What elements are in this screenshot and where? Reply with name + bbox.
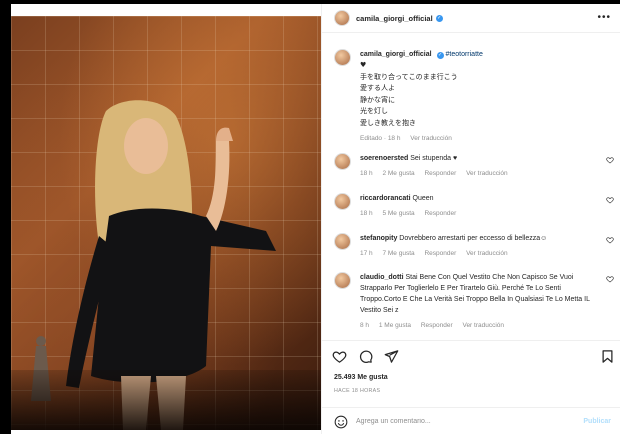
- caption-hashtag[interactable]: #teotorriatte: [446, 51, 483, 58]
- comment-username[interactable]: claudio_dotti: [360, 274, 404, 281]
- heart-icon[interactable]: [606, 236, 614, 244]
- reply-button[interactable]: Responder: [421, 322, 453, 329]
- comment-input[interactable]: [356, 418, 556, 425]
- translate-button[interactable]: Ver traducción: [462, 322, 504, 329]
- caption-time: Editado · 18 h: [360, 135, 401, 142]
- publish-button[interactable]: Publicar: [583, 418, 611, 425]
- comment-likes[interactable]: 7 Me gusta: [382, 250, 414, 257]
- photo-subject: [31, 100, 276, 430]
- verified-icon: ✓: [435, 14, 443, 22]
- comment-likes[interactable]: 2 Me gusta: [382, 170, 414, 177]
- share-icon[interactable]: [384, 349, 399, 364]
- post-panel: camila_giorgi_official ✓ ••• camila_gior…: [321, 4, 620, 434]
- avatar[interactable]: [334, 49, 351, 66]
- avatar[interactable]: [334, 233, 351, 250]
- translate-button[interactable]: Ver traducción: [466, 250, 508, 257]
- header-username[interactable]: camila_giorgi_official: [356, 14, 433, 23]
- post-header: camila_giorgi_official ✓ •••: [322, 4, 620, 33]
- reply-button[interactable]: Responder: [424, 210, 456, 217]
- caption-line: 静かな宵に: [360, 95, 395, 104]
- verified-icon: ✓: [436, 52, 444, 59]
- post-modal: camila_giorgi_official ✓ ••• camila_gior…: [11, 4, 620, 434]
- caption-line: 光を灯し: [360, 107, 388, 115]
- post-photo[interactable]: [11, 16, 321, 430]
- heart-icon[interactable]: [606, 156, 614, 164]
- comment-time: 18 h: [360, 210, 373, 217]
- comment-username[interactable]: stefanopity: [360, 235, 397, 242]
- comment-username[interactable]: soerenoersted: [360, 155, 408, 162]
- heart-icon[interactable]: [606, 196, 614, 204]
- emoji-icon[interactable]: [334, 415, 348, 429]
- avatar[interactable]: [334, 272, 351, 289]
- comment-likes[interactable]: 5 Me gusta: [382, 210, 414, 217]
- reply-button[interactable]: Responder: [424, 170, 456, 177]
- comment-text: Sei stupenda ♥: [410, 155, 458, 162]
- caption-translate[interactable]: Ver traducción: [410, 135, 452, 142]
- comment-username[interactable]: riccardorancati: [360, 195, 411, 202]
- comment-time: 18 h: [360, 170, 373, 177]
- translate-button[interactable]: Ver traducción: [466, 170, 508, 177]
- comment-text: Queen: [412, 195, 434, 202]
- photo-floor: [11, 370, 321, 430]
- comment-text: Dovrebbero arrestarti per eccesso di bel…: [399, 235, 548, 242]
- more-icon[interactable]: •••: [597, 12, 611, 23]
- caption-line: 手を取り合ってこのまま行こう: [360, 72, 458, 81]
- avatar[interactable]: [334, 153, 351, 170]
- comment-time: 8 h: [360, 322, 370, 329]
- caption-line: 愛しき教えを抱き: [360, 118, 416, 127]
- caption-line: ♥: [360, 61, 367, 69]
- comment-time: 17 h: [360, 250, 373, 257]
- avatar[interactable]: [334, 10, 350, 26]
- comment-likes[interactable]: 1 Me gusta: [379, 322, 411, 329]
- caption-line: 愛する人よ: [360, 84, 395, 92]
- bookmark-icon[interactable]: [600, 349, 615, 364]
- action-bar: 25.493 Me gusta HACE 18 HORAS Publicar: [322, 340, 620, 434]
- heart-icon[interactable]: [606, 275, 614, 283]
- comments-list[interactable]: camila_giorgi_official ✓ #teotorriatte ♥…: [322, 40, 620, 340]
- caption-text: ♥ 手を取り合ってこのまま行こう 愛する人よ 静かな宵に 光を灯し 愛しき教えを…: [360, 60, 600, 129]
- reply-button[interactable]: Responder: [424, 250, 456, 257]
- heart-icon[interactable]: [332, 349, 347, 364]
- caption-username[interactable]: camila_giorgi_official: [360, 51, 432, 58]
- comment-icon[interactable]: [358, 349, 373, 364]
- post-age: HACE 18 HORAS: [334, 388, 381, 394]
- add-comment-bar: Publicar: [322, 407, 620, 434]
- avatar[interactable]: [334, 193, 351, 210]
- likes-count[interactable]: 25.493 Me gusta: [334, 374, 388, 381]
